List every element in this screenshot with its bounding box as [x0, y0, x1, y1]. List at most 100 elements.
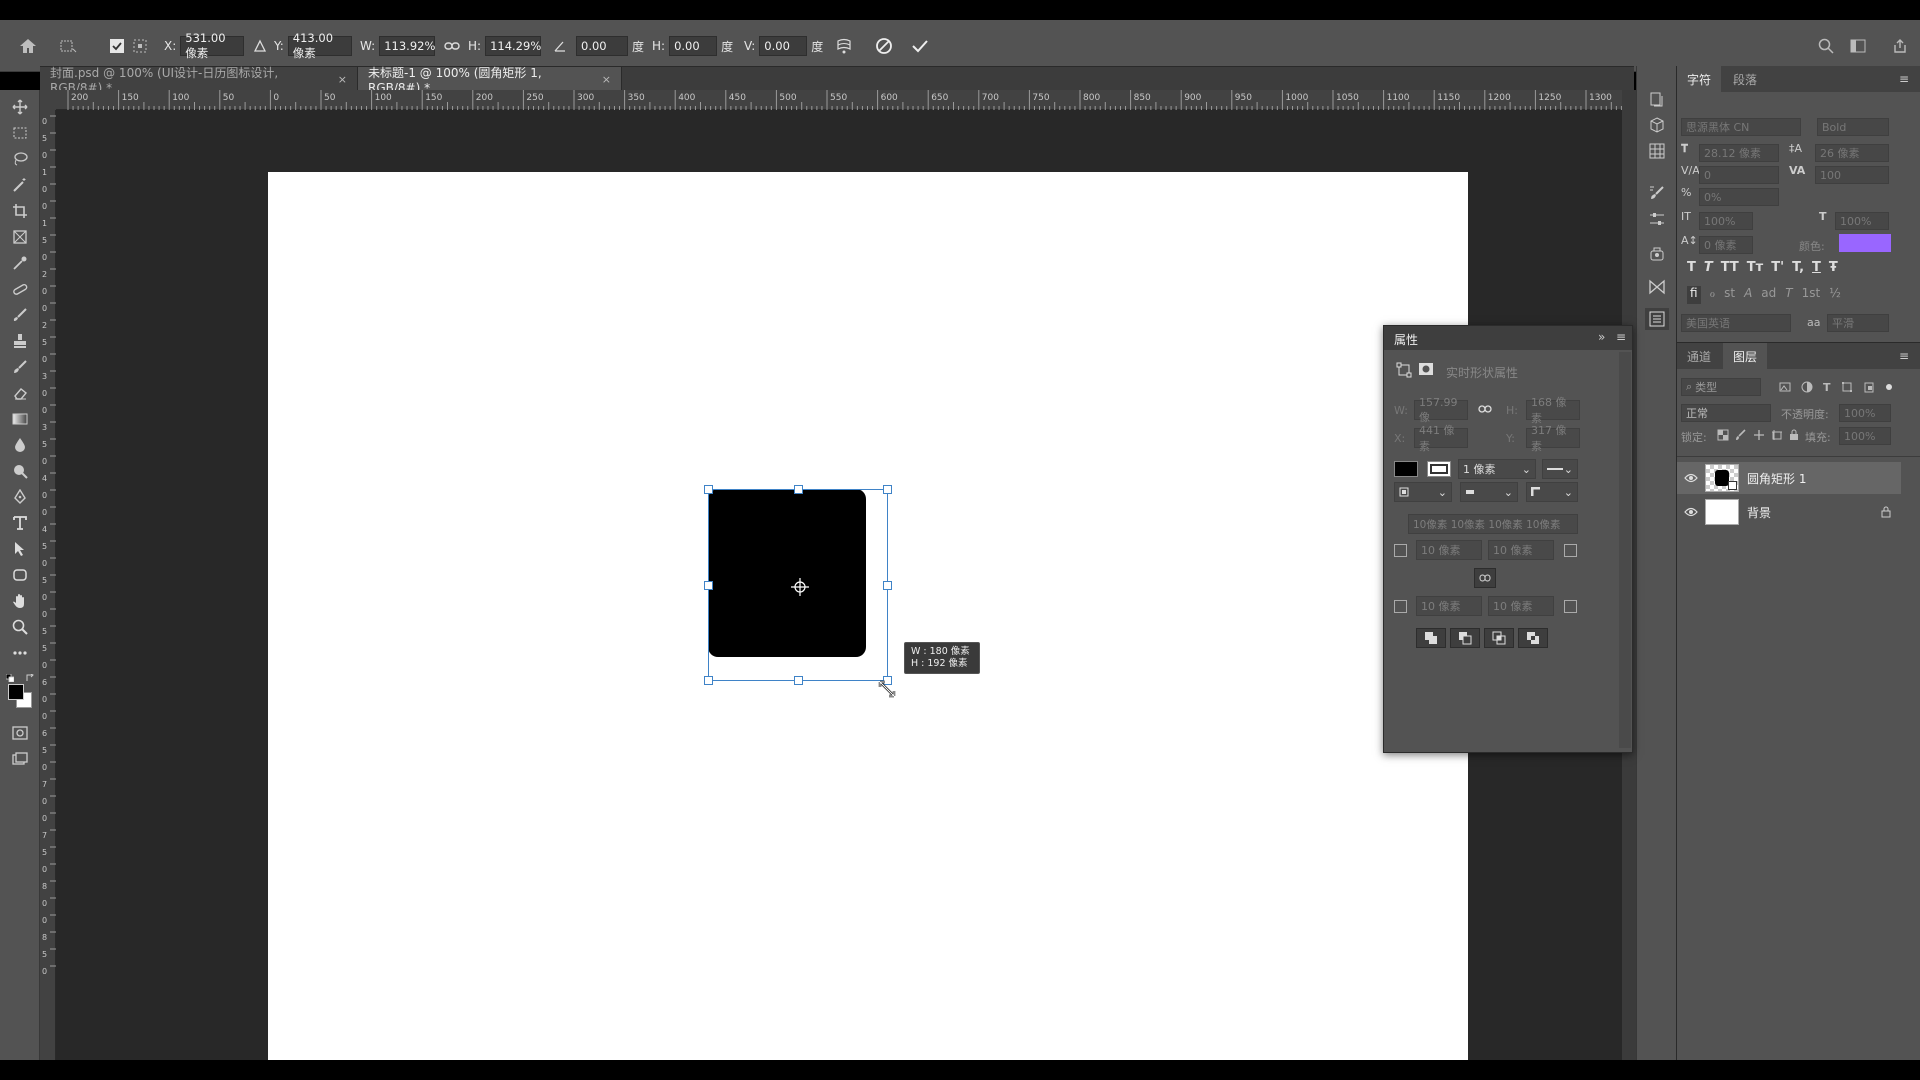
titling-alt-button[interactable]: T — [1785, 286, 1792, 304]
swap-colors-icon[interactable] — [26, 674, 34, 682]
leading-field[interactable]: 26 像素 — [1815, 144, 1889, 162]
path-selection-tool[interactable] — [8, 538, 32, 560]
transform-handle-left[interactable] — [704, 581, 713, 590]
link-dimensions-icon[interactable] — [1478, 405, 1492, 414]
ordinals-button[interactable]: 1st — [1802, 286, 1821, 304]
transform-handle-top-left[interactable] — [704, 485, 713, 494]
corner-radius-bottom-left-field[interactable]: 10 像素 — [1416, 596, 1482, 616]
mask-properties-icon[interactable] — [1418, 362, 1434, 376]
eyedropper-tool[interactable] — [8, 252, 32, 274]
font-family-select[interactable]: 思源黑体 CN — [1681, 118, 1801, 136]
faux-italic-button[interactable]: T — [1704, 260, 1713, 278]
reference-point-toggle[interactable] — [110, 34, 152, 58]
shape-filter-icon[interactable] — [1841, 381, 1853, 393]
discretionary-ligature-button[interactable]: st — [1724, 286, 1735, 304]
collapse-panel-icon[interactable]: » — [1598, 330, 1605, 344]
corner-radius-top-left-field[interactable]: 10 像素 — [1416, 540, 1482, 560]
properties-scrollbar[interactable] — [1619, 352, 1631, 748]
lock-all-icon[interactable] — [1789, 429, 1799, 441]
brush-tool[interactable] — [8, 304, 32, 326]
tsume-field[interactable]: 0% — [1699, 188, 1779, 206]
opacity-field[interactable]: 100% — [1839, 404, 1891, 422]
eraser-tool[interactable] — [8, 382, 32, 404]
transform-handle-right[interactable] — [883, 581, 892, 590]
frame-tool[interactable] — [8, 226, 32, 248]
prop-width-field[interactable]: 157.99 像 — [1414, 396, 1468, 424]
lock-transparent-icon[interactable] — [1717, 429, 1729, 441]
paths-panel-button[interactable] — [1645, 276, 1669, 298]
language-select[interactable]: 美国英语 — [1681, 314, 1791, 332]
commit-transform-button[interactable] — [908, 34, 932, 58]
pixel-filter-icon[interactable] — [1779, 381, 1791, 393]
actions-panel-button[interactable] — [1645, 242, 1669, 264]
y-position-field[interactable]: 413.00 像素 — [287, 31, 352, 60]
eye-icon[interactable] — [1677, 473, 1705, 483]
transform-handle-top-right[interactable] — [883, 485, 892, 494]
rotation-field[interactable]: 0.00 — [576, 36, 628, 56]
vertical-scale-field[interactable]: 100% — [1699, 212, 1753, 230]
lasso-tool[interactable] — [8, 148, 32, 170]
corner-bl-checkbox[interactable] — [1394, 600, 1407, 613]
relative-position-toggle[interactable] — [248, 34, 272, 58]
more-tools-button[interactable] — [8, 642, 32, 664]
panel-menu-icon[interactable]: ≡ — [1899, 72, 1909, 86]
warp-mode-button[interactable] — [832, 34, 856, 58]
corner-radius-summary-field[interactable]: 10像素 10像素 10像素 10像素 — [1408, 514, 1578, 534]
faux-bold-button[interactable]: T — [1687, 260, 1696, 278]
properties-panel-header[interactable] — [1384, 326, 1632, 350]
tab-channels[interactable]: 通道 — [1677, 343, 1721, 369]
corner-br-checkbox[interactable] — [1564, 600, 1577, 613]
crop-tool[interactable] — [8, 200, 32, 222]
foreground-color-swatch[interactable] — [8, 684, 24, 700]
home-button[interactable] — [16, 34, 40, 58]
layer-row[interactable]: 圆角矩形 1 — [1677, 462, 1901, 494]
font-style-select[interactable]: Bold — [1817, 118, 1889, 136]
corner-radius-top-right-field[interactable]: 10 像素 — [1488, 540, 1554, 560]
screen-mode-button[interactable] — [8, 748, 32, 770]
vertical-ruler[interactable]: 0 5 0 1 0 0 1 5 0 2 0 0 2 5 0 3 0 0 3 5 0 4 0 0 4 5 0 5 0 0 5 5 0 6 0 0 6 5 0 7… — [40, 110, 56, 1060]
lock-artboard-icon[interactable] — [1771, 429, 1783, 441]
lock-position-icon[interactable] — [1753, 429, 1765, 441]
tab-character[interactable]: 字符 — [1677, 66, 1722, 92]
lock-image-icon[interactable] — [1735, 429, 1747, 441]
width-scale-field[interactable]: 113.92% — [379, 36, 435, 56]
small-caps-button[interactable]: Tт — [1747, 260, 1763, 278]
underline-button[interactable]: T — [1812, 260, 1821, 278]
quick-mask-button[interactable] — [8, 722, 32, 744]
type-tool[interactable] — [8, 512, 32, 534]
color-swatches[interactable] — [6, 674, 36, 710]
x-position-field[interactable]: 531.00 像素 — [180, 31, 245, 60]
corner-tr-checkbox[interactable] — [1564, 544, 1577, 557]
tab-paragraph[interactable]: 段落 — [1723, 66, 1767, 92]
exclude-overlap-button[interactable] — [1518, 628, 1548, 648]
transform-handle-bottom-left[interactable] — [704, 676, 713, 685]
horizontal-ruler[interactable]: 200 150 100 50 0 50 100 150 200 250 300 350 400 450 50… — [56, 90, 1630, 110]
subscript-button[interactable]: T, — [1792, 260, 1804, 278]
old-style-button[interactable]: ℴ — [1710, 286, 1716, 304]
transform-handle-bottom[interactable] — [794, 676, 803, 685]
healing-brush-tool[interactable] — [8, 278, 32, 300]
eye-icon[interactable] — [1677, 507, 1705, 517]
combine-shapes-button[interactable] — [1416, 628, 1446, 648]
fill-field[interactable]: 100% — [1839, 427, 1891, 445]
smart-object-filter-icon[interactable] — [1863, 381, 1875, 393]
horizontal-scale-field[interactable]: 100% — [1835, 212, 1889, 230]
adjustment-filter-icon[interactable] — [1801, 381, 1813, 393]
adjustments-panel-button[interactable] — [1645, 208, 1669, 230]
brush-settings-button[interactable] — [1645, 182, 1669, 204]
shape-properties-icon[interactable] — [1396, 362, 1412, 378]
marquee-tool[interactable] — [8, 122, 32, 144]
kerning-field[interactable]: 0 — [1699, 166, 1779, 184]
cancel-transform-button[interactable] — [872, 34, 896, 58]
tab-cover-psd[interactable]: 封面.psd @ 100% (UI设计-日历图标设计, RGB/8#) * × — [40, 66, 358, 95]
blend-mode-select[interactable]: 正常 — [1681, 404, 1771, 422]
link-scale-button[interactable] — [440, 34, 464, 58]
stroke-color-swatch[interactable] — [1427, 461, 1451, 477]
prop-x-field[interactable]: 441 像素 — [1414, 424, 1468, 453]
superscript-button[interactable]: T' — [1771, 260, 1784, 278]
search-button[interactable] — [1814, 34, 1838, 58]
zoom-tool[interactable] — [8, 616, 32, 638]
stroke-corners-select[interactable]: ⌄ — [1526, 482, 1578, 502]
all-caps-button[interactable]: TT — [1721, 260, 1739, 278]
transform-tool-preset[interactable] — [56, 34, 80, 58]
